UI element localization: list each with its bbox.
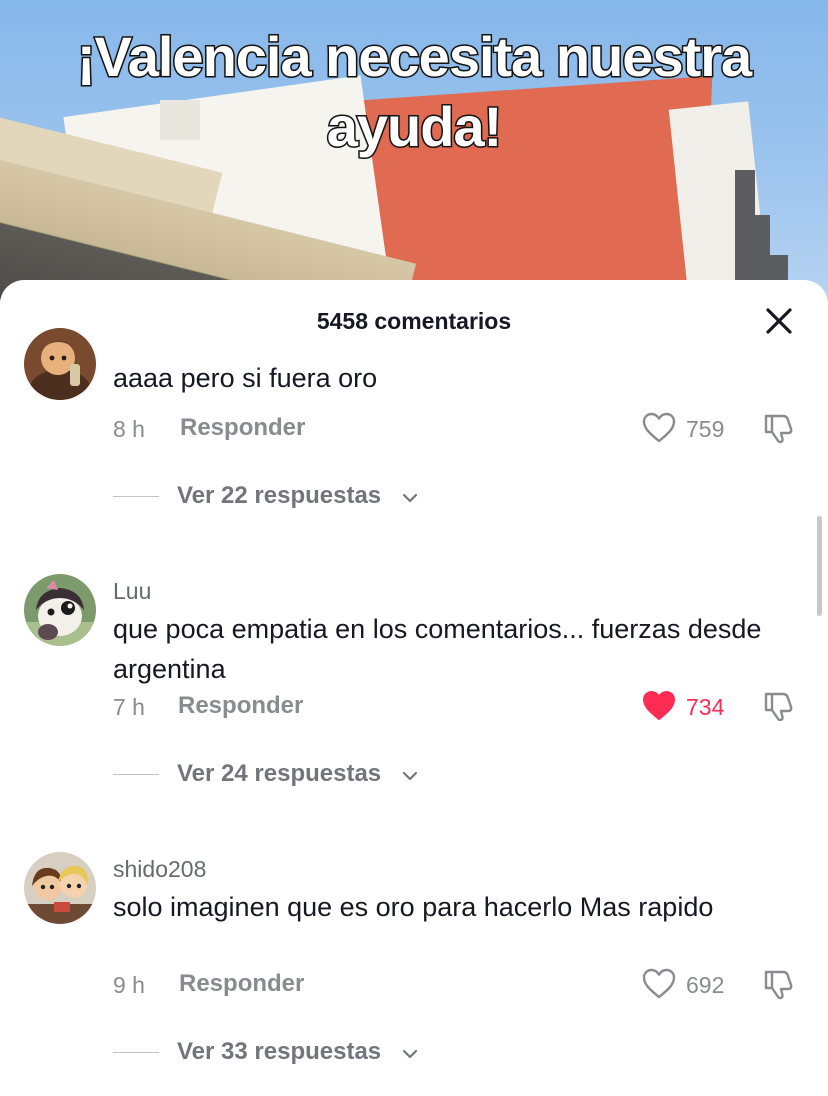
view-replies-label: Ver 24 respuestas	[177, 760, 382, 787]
comment-text: que poca empatia en los comentarios... f…	[113, 614, 762, 684]
like-count: 759	[686, 416, 725, 442]
heart-icon	[642, 412, 676, 443]
close-button[interactable]	[764, 306, 794, 336]
heart-icon	[642, 968, 676, 999]
video-caption-line: ayuda!	[325, 94, 504, 160]
dislike-icon	[764, 414, 793, 444]
avatar[interactable]	[24, 574, 96, 646]
like-button[interactable]	[641, 410, 677, 446]
avatar[interactable]	[24, 328, 96, 400]
scrollbar[interactable]	[817, 516, 822, 616]
like-count: 734	[686, 694, 725, 720]
reply-button[interactable]: Responder	[178, 692, 303, 720]
comment-time: 8 h	[113, 416, 145, 442]
comments-sheet: 5458 comentarios aaaa pero si fuera oro …	[0, 280, 828, 1096]
comment-meta: 7 h Responder 734	[113, 688, 813, 728]
replies-divider	[113, 1052, 159, 1053]
dislike-button[interactable]	[761, 410, 797, 446]
comment-text: solo imaginen que es oro para hacerlo Ma…	[113, 892, 714, 922]
comment-username[interactable]: shido208	[113, 856, 206, 883]
comment-meta: 9 h Responder 692	[113, 966, 813, 1006]
reply-button[interactable]: Responder	[179, 970, 304, 998]
avatar[interactable]	[24, 852, 96, 924]
heart-filled-icon	[643, 691, 675, 720]
avatar-image	[24, 328, 96, 400]
view-replies-button[interactable]: Ver 24 respuestas	[113, 756, 433, 792]
avatar-image	[24, 852, 96, 924]
video-caption-line: ¡Valencia necesita nuestra	[75, 24, 753, 90]
video-caption: ¡Valencia necesita nuestra ayuda!	[0, 22, 828, 162]
view-replies-label: Ver 33 respuestas	[177, 1038, 382, 1065]
like-count: 692	[686, 972, 725, 998]
comment-meta: 8 h Responder 759	[113, 410, 813, 450]
view-replies-button[interactable]: Ver 33 respuestas	[113, 1034, 433, 1070]
sheet-header: 5458 comentarios	[0, 280, 828, 362]
view-replies-label: Ver 22 respuestas	[177, 482, 382, 509]
like-button[interactable]	[641, 688, 677, 724]
chevron-down-icon	[402, 1049, 418, 1059]
chevron-down-icon	[402, 771, 418, 781]
dislike-icon	[764, 692, 793, 722]
dislike-button[interactable]	[761, 966, 797, 1002]
reply-button[interactable]: Responder	[180, 414, 305, 442]
chevron-down-icon	[402, 493, 418, 503]
replies-divider	[113, 496, 159, 497]
replies-divider	[113, 774, 159, 775]
comment-time: 9 h	[113, 972, 145, 998]
close-icon	[766, 308, 792, 334]
like-button[interactable]	[641, 966, 677, 1002]
comment-username[interactable]: Luu	[113, 578, 151, 605]
avatar-image	[24, 574, 96, 646]
dislike-icon	[764, 970, 793, 1000]
dislike-button[interactable]	[761, 688, 797, 724]
comment-text: aaaa pero si fuera oro	[113, 363, 378, 393]
comments-count-title: 5458 comentarios	[316, 308, 512, 334]
view-replies-button[interactable]: Ver 22 respuestas	[113, 478, 433, 514]
video-background[interactable]: ¡Valencia necesita nuestra ayuda!	[0, 0, 828, 300]
comment-time: 7 h	[113, 694, 145, 720]
